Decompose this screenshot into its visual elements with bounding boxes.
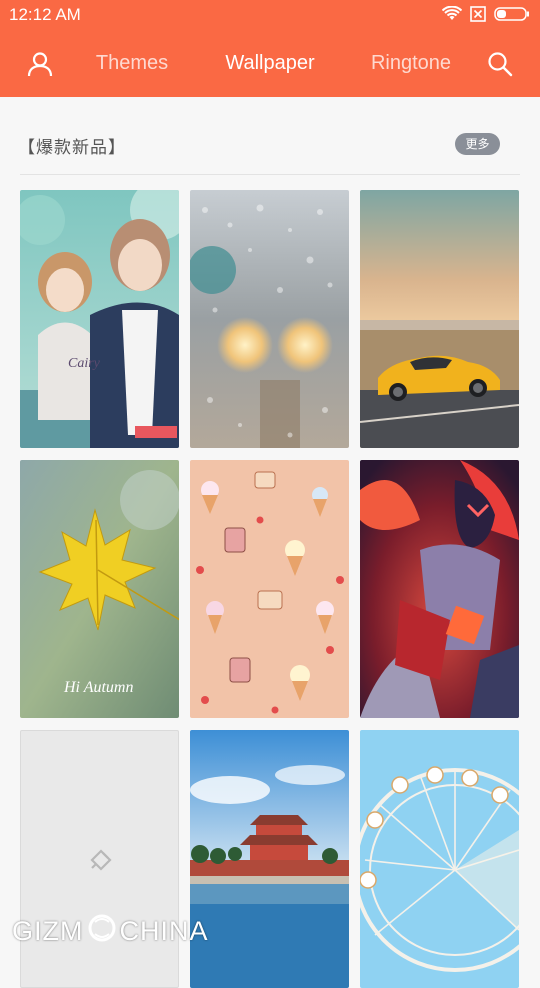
badge-label: Cairy	[68, 356, 101, 371]
status-icons	[441, 5, 530, 27]
wallpaper-ice-cream-pattern[interactable]	[190, 460, 349, 718]
top-nav: Themes Wallpaper Ringtone	[0, 38, 540, 90]
gizmochina-watermark: GIZM CHINA	[12, 912, 209, 951]
battery-icon	[494, 6, 530, 26]
more-button[interactable]: 更多	[455, 133, 500, 155]
tab-wallpaper[interactable]: Wallpaper	[225, 52, 314, 75]
section-divider	[20, 174, 520, 175]
shirt-text: Cairy	[68, 356, 101, 371]
watermark-logo-icon	[87, 912, 117, 951]
watermark-right-text: CHINA	[119, 916, 209, 946]
wallpaper-sports-car[interactable]	[360, 190, 519, 448]
wallpaper-palace[interactable]	[190, 730, 349, 988]
search-icon[interactable]	[486, 50, 514, 78]
wallpaper-rain-window[interactable]	[190, 190, 349, 448]
watermark-left-text: GIZM	[12, 916, 84, 946]
wallpaper-game-character[interactable]	[360, 460, 519, 718]
wifi-icon	[441, 5, 463, 27]
autumn-caption: Hi Autumn	[63, 679, 133, 696]
image-placeholder-icon	[87, 846, 115, 874]
user-icon[interactable]	[26, 50, 54, 78]
tab-ringtone[interactable]: Ringtone	[371, 52, 451, 75]
wallpaper-ferris-wheel[interactable]	[360, 730, 519, 988]
wallpaper-maple-leaf[interactable]: Hi Autumn	[20, 460, 179, 718]
section-title: 【爆款新品】	[18, 138, 126, 158]
app-header: 12:12 AM Themes Wallpaper Ringtone	[0, 0, 540, 97]
sim-off-icon	[470, 5, 486, 27]
status-time: 12:12 AM	[9, 5, 81, 24]
wallpaper-anime-couple[interactable]: Cairy	[20, 190, 179, 448]
status-bar: 12:12 AM	[0, 0, 540, 30]
tab-themes[interactable]: Themes	[96, 52, 168, 75]
